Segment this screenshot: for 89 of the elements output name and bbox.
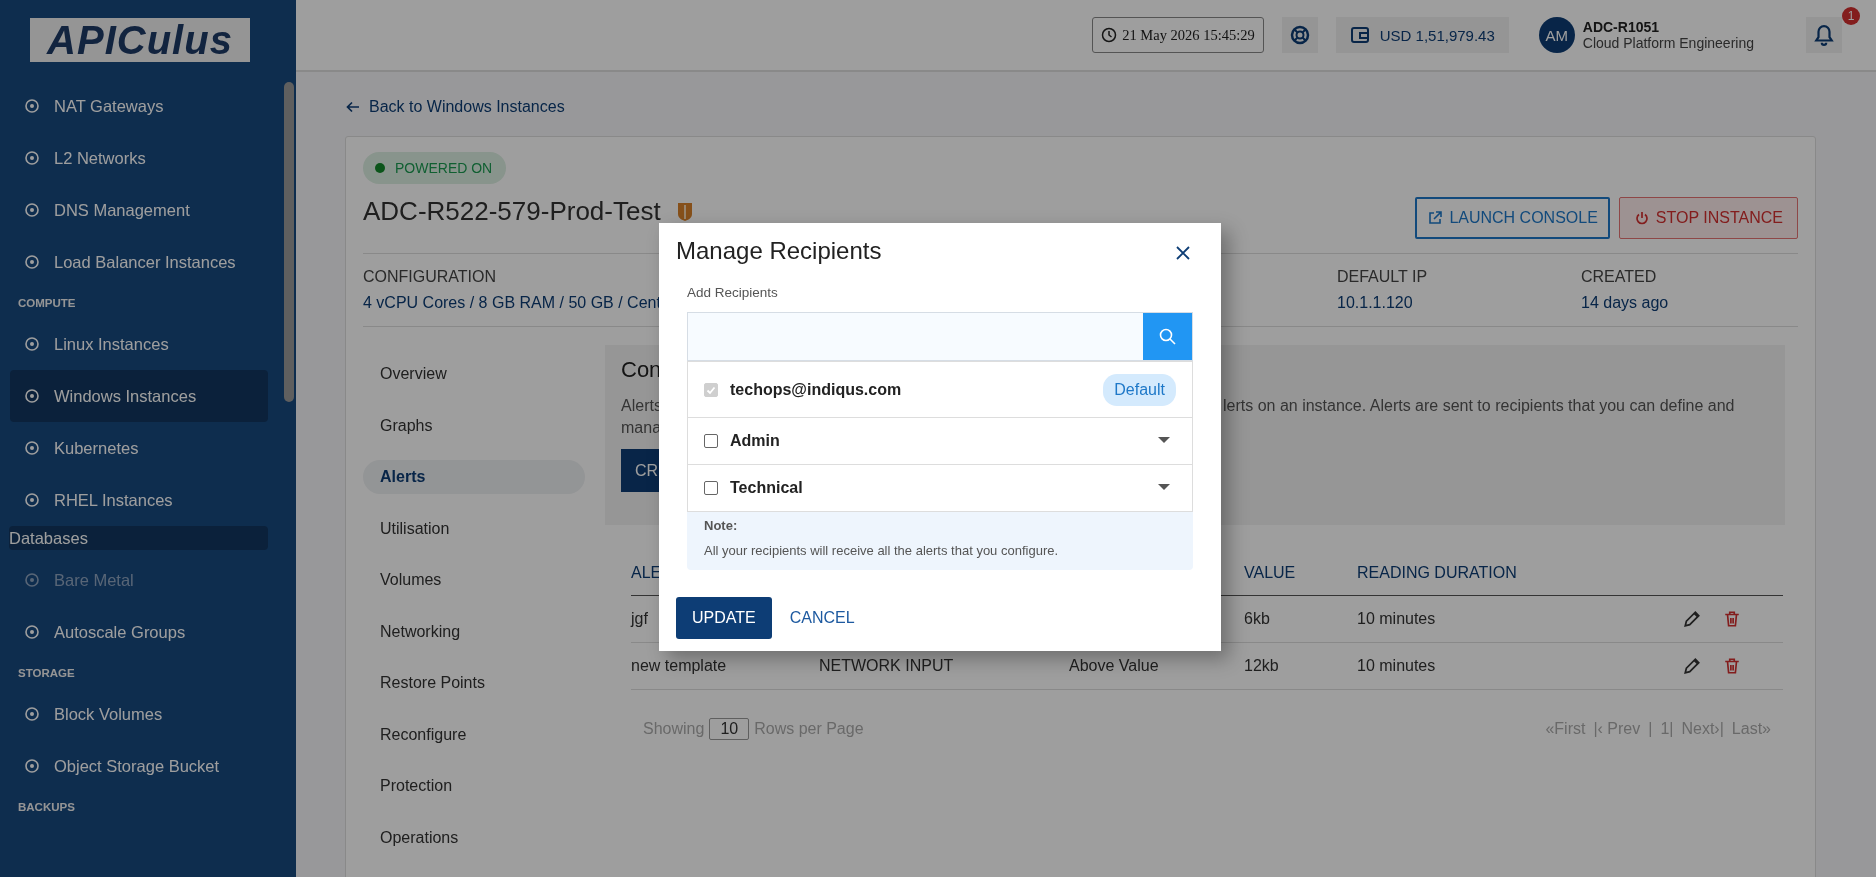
note-text: All your recipients will receive all the alerts that you configure.	[704, 543, 1060, 558]
balance-box[interactable]: USD 1,51,979.43	[1335, 17, 1509, 53]
checkbox[interactable]	[704, 434, 718, 448]
table-cell: jgf	[631, 610, 648, 628]
sidebar-item[interactable]: L2 Networks	[10, 132, 268, 184]
tab[interactable]: Reconfigure	[363, 717, 585, 752]
avatar[interactable]: AM	[1538, 17, 1575, 53]
trash-icon[interactable]	[1723, 657, 1741, 675]
logo[interactable]: APICulus	[30, 18, 250, 62]
table-cell: 10 minutes	[1357, 657, 1436, 675]
caret-icon[interactable]	[1158, 437, 1170, 445]
arrow-left-icon	[345, 99, 361, 115]
description-text: lerts on an instance. Alerts are sent to recipients that you can define and	[1223, 396, 1735, 416]
power-icon	[1633, 210, 1650, 226]
sidebar-item[interactable]: RHEL Instances	[10, 474, 268, 526]
datetime: 21 May 2026 15:45:29	[1122, 26, 1255, 44]
table-cell: NETWORK INPUT	[819, 657, 954, 675]
close-icon[interactable]	[1175, 245, 1191, 261]
recipient-row[interactable]: Technical	[688, 464, 1192, 511]
field-label: Add Recipients	[687, 285, 779, 300]
sidebar-item[interactable]: Object Storage Bucket	[10, 740, 268, 792]
table-cell: new template	[631, 657, 727, 675]
pagination-separator: |	[1648, 720, 1653, 738]
back-link[interactable]: Back to Windows Instances	[345, 98, 565, 116]
tab[interactable]: Operations	[363, 820, 585, 855]
trash-icon[interactable]	[1723, 610, 1741, 628]
detail-value: 10.1.1.120	[1337, 294, 1414, 312]
detail-label: CONFIGURATION	[363, 268, 498, 286]
checkbox[interactable]	[704, 481, 718, 495]
recipient-name: Admin	[730, 432, 781, 450]
external-link-icon	[1427, 210, 1444, 226]
recipient-row[interactable]: Admin	[688, 417, 1192, 464]
bell-icon	[1813, 24, 1835, 46]
sidebar-item[interactable]: Windows Instances	[10, 370, 268, 422]
shield-icon	[676, 201, 693, 222]
pencil-icon[interactable]	[1683, 610, 1701, 628]
note-title: Note:	[704, 518, 739, 533]
cancel-button[interactable]: CANCEL	[785, 597, 859, 639]
sidebar-item[interactable]: Autoscale Groups	[10, 606, 268, 658]
recipient-name: Technical	[730, 479, 804, 497]
column-header[interactable]: ALE	[631, 564, 662, 582]
help-button[interactable]	[1281, 17, 1318, 53]
detail-label: DEFAULT IP	[1337, 268, 1429, 286]
tab[interactable]: Protection	[363, 769, 585, 803]
default-tag: Default	[1103, 373, 1176, 406]
stop-button[interactable]: STOP INSTANCE	[1618, 197, 1798, 239]
launch-button[interactable]: LAUNCH CONSOLE	[1415, 197, 1610, 239]
organization-name: Cloud Platform Engineering	[1582, 35, 1754, 51]
instance-name: ADC-R522-579-Prod-Test	[363, 196, 661, 227]
page-size-field[interactable]: 10	[709, 718, 750, 740]
wallet-icon	[1349, 25, 1370, 45]
sidebar-item[interactable]: Linux Instances	[10, 318, 268, 370]
notifications-button[interactable]	[1806, 17, 1842, 53]
sidebar-item[interactable]: NAT Gateways	[10, 80, 268, 132]
balance: USD 1,51,979.43	[1379, 26, 1495, 44]
tab[interactable]: Graphs	[363, 408, 585, 443]
detail-value: 14 days ago	[1581, 294, 1669, 312]
dialog-title: Manage Recipients	[676, 237, 882, 265]
sidebar-item[interactable]: Kubernetes	[10, 422, 268, 474]
column-header[interactable]: VALUE	[1244, 564, 1296, 582]
recipient-name: techops@indiqus.com	[730, 380, 903, 399]
table-cell: 12kb	[1244, 657, 1279, 675]
detail-label: CREATED	[1581, 268, 1658, 286]
update-button[interactable]: UPDATE	[676, 597, 772, 639]
tab[interactable]: Restore Points	[363, 666, 585, 700]
sidebar-item[interactable]: DNS Management	[10, 184, 268, 236]
user-name: ADC-R1051	[1582, 19, 1661, 35]
section-heading: BACKUPS	[17, 800, 76, 815]
sidebar-item[interactable]: Block Volumes	[10, 688, 268, 740]
pencil-icon[interactable]	[1683, 657, 1701, 675]
notification-count: 1	[1842, 7, 1860, 25]
tab[interactable]: Overview	[363, 357, 585, 391]
sidebar-item[interactable]: Load Balancer Instances	[10, 236, 268, 288]
sidebar-group[interactable]: Databases	[9, 526, 268, 550]
tab[interactable]: Alerts	[363, 460, 585, 494]
section-heading: COMPUTE	[17, 296, 77, 311]
tab[interactable]: Volumes	[363, 563, 585, 597]
caret-icon[interactable]	[1158, 484, 1170, 492]
status-pill: POWERED ON	[363, 152, 507, 184]
lifebuoy-icon	[1289, 25, 1310, 45]
tab[interactable]: Utilisation	[363, 511, 585, 546]
tab[interactable]: Networking	[363, 614, 585, 649]
table-cell: Above Value	[1069, 657, 1159, 675]
table-cell: 10 minutes	[1357, 610, 1436, 628]
table-cell: 6kb	[1244, 610, 1270, 628]
scrollbar[interactable]	[284, 82, 294, 402]
column-header[interactable]: READING DURATION	[1357, 564, 1517, 582]
clock-icon	[1101, 27, 1118, 43]
section-heading: STORAGE	[17, 666, 76, 681]
